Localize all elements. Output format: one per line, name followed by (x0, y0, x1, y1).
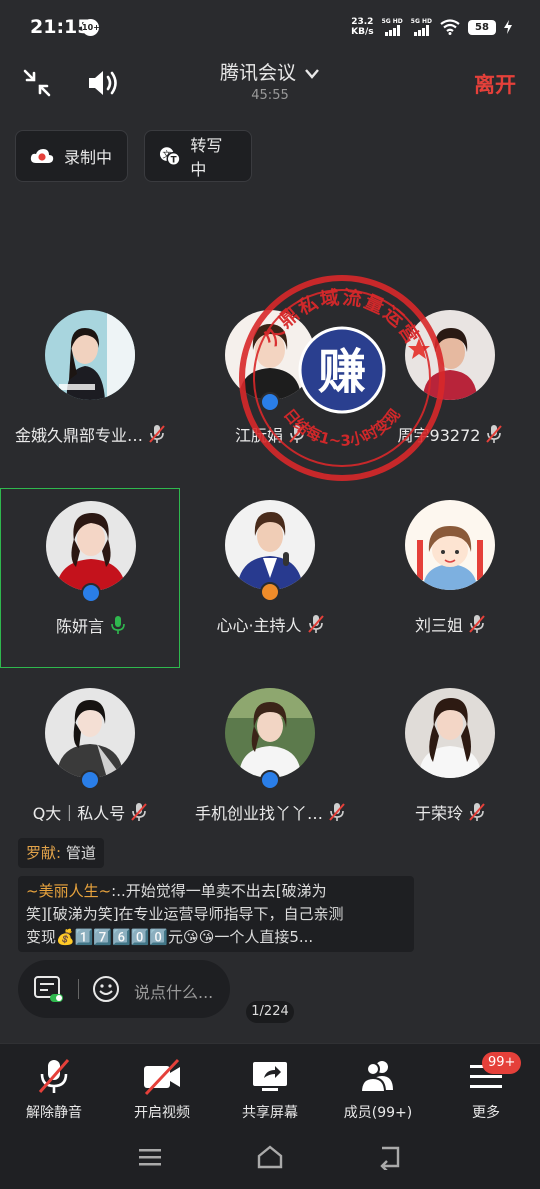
video-off-icon (144, 1058, 180, 1096)
mic-muted-icon (307, 615, 324, 633)
avatar (225, 500, 315, 590)
transcribing-label: 转写中 (190, 136, 223, 179)
avatar (45, 688, 135, 778)
participant-name: 于荣玲 (414, 804, 463, 823)
page-indicator: 1/224 (246, 1001, 294, 1023)
svg-text:T: T (171, 155, 177, 165)
mic-muted-icon (149, 425, 165, 443)
participant-name-row: 陈妍言 (1, 613, 181, 637)
wifi-icon (440, 19, 460, 35)
mic-muted-icon (469, 615, 485, 633)
host-badge (260, 582, 280, 602)
participant-tile[interactable]: Q大｜私人号 (0, 676, 180, 856)
charging-icon (504, 20, 512, 34)
meeting-header: 腾讯会议 45:55 离开 (0, 58, 540, 114)
participant-name-row: 心心·主持人 (180, 612, 360, 636)
promo-stamp-watermark: 久鼎私域流量运营 日结每1~3小时变现 赚 (239, 275, 445, 481)
chat-message[interactable]: 罗献: 管道 (18, 838, 104, 868)
participant-name: 陈妍言 (55, 617, 104, 636)
participant-name-row: 金娥久鼎部专业… (0, 422, 180, 446)
chat-text: :..开始觉得一单卖不出去[破涕为 (111, 882, 327, 900)
unmute-label: 解除静音 (26, 1105, 82, 1121)
participant-tile[interactable]: 金娥久鼎部专业… (0, 298, 180, 478)
signal-sim1-icon: 5G HD (382, 18, 403, 36)
avatar (225, 688, 315, 778)
leave-button[interactable]: 离开 (474, 69, 516, 99)
chat-settings-icon[interactable] (34, 976, 64, 1004)
avatar (405, 500, 495, 590)
chat-text: 管道 (65, 844, 96, 862)
participant-role-badge (260, 770, 280, 790)
start-video-button[interactable]: 开启视频 (108, 1044, 216, 1130)
members-icon (359, 1061, 393, 1093)
battery-icon: 58 (468, 19, 496, 35)
members-label: 成员(99+) (343, 1105, 413, 1121)
svg-text:赚: 赚 (318, 344, 366, 400)
chat-author: 罗献: (26, 844, 62, 862)
chat-text: 笑][破涕为笑]在专业运营导师指导下，自己亲测 (26, 905, 344, 923)
participant-name-row: 手机创业找丫丫… (180, 800, 360, 824)
chevron-down-icon (305, 68, 319, 79)
signal-sim2-icon: 5G HD (411, 18, 432, 36)
mic-muted-icon (131, 803, 148, 821)
mic-muted-icon (469, 803, 485, 821)
participant-tile[interactable]: 心心·主持人 (180, 488, 360, 668)
participant-tile[interactable]: 手机创业找丫丫… (180, 676, 360, 856)
divider (78, 979, 79, 999)
mic-muted-icon (486, 425, 503, 443)
avatar (45, 310, 135, 400)
participant-name-row: 于荣玲 (360, 800, 540, 824)
participant-role-badge (81, 583, 101, 603)
recording-chip[interactable]: 录制中 (15, 130, 128, 182)
recent-apps-icon[interactable] (138, 1146, 162, 1168)
more-badge: 99+ (482, 1052, 522, 1074)
participant-name: 金娥久鼎部专业… (14, 426, 143, 445)
chat-input-bar[interactable]: 说点什么... (18, 960, 230, 1018)
mic-active-icon (111, 616, 125, 634)
participant-tile[interactable]: 刘三姐 (360, 488, 540, 668)
mic-muted-icon (329, 803, 345, 821)
emoji-icon[interactable] (92, 975, 120, 1003)
network-speed: 23.2 KB/s (351, 17, 374, 37)
more-label: 更多 (472, 1105, 500, 1121)
participant-role-badge (80, 770, 100, 790)
participant-tile[interactable]: 于荣玲 (360, 676, 540, 856)
chat-author: ~美丽人生~ (26, 882, 112, 900)
participant-name-row: Q大｜私人号 (0, 800, 180, 824)
recording-label: 录制中 (64, 148, 113, 167)
mic-muted-icon (38, 1059, 70, 1093)
share-screen-icon (253, 1062, 287, 1091)
status-bar: 21:15 10+ 23.2 KB/s 5G HD 5G HD 58 (0, 0, 540, 58)
meeting-title[interactable]: 腾讯会议 (0, 58, 540, 85)
system-nav-bar (0, 1129, 540, 1189)
home-icon[interactable] (256, 1144, 284, 1170)
notification-badge: 10+ (82, 19, 100, 36)
share-screen-label: 共享屏幕 (242, 1105, 298, 1121)
chat-message[interactable]: ~美丽人生~:..开始觉得一单卖不出去[破涕为 笑][破涕为笑]在专业运营导师指… (18, 876, 414, 952)
participant-name: 手机创业找丫丫… (194, 804, 323, 823)
unmute-button[interactable]: 解除静音 (0, 1044, 108, 1130)
status-indicators: 23.2 KB/s 5G HD 5G HD 58 (351, 17, 512, 37)
participant-name: Q大｜私人号 (32, 804, 126, 823)
avatar (46, 501, 136, 591)
avatar (405, 688, 495, 778)
back-icon[interactable] (376, 1144, 404, 1170)
participant-name-row: 刘三姐 (360, 612, 540, 636)
transcribe-icon: 文 T (159, 147, 181, 166)
cloud-record-icon (30, 149, 54, 163)
chat-placeholder[interactable]: 说点什么... (134, 979, 213, 1003)
participant-name: 刘三姐 (414, 616, 463, 635)
chat-text: 变现💰1️⃣7️⃣6️⃣0️⃣0️⃣元😘😘一个人直接5... (26, 928, 314, 946)
participant-name: 心心·主持人 (216, 616, 302, 635)
meeting-timer: 45:55 (251, 88, 289, 103)
participant-tile-active-speaker[interactable]: 陈妍言 (0, 488, 180, 668)
meeting-toolbar: 解除静音 开启视频 共享屏幕 成员(99+) 更多 (0, 1043, 540, 1129)
members-button[interactable]: 成员(99+) (324, 1044, 432, 1130)
share-screen-button[interactable]: 共享屏幕 (216, 1044, 324, 1130)
start-video-label: 开启视频 (134, 1105, 190, 1121)
transcribing-chip[interactable]: 文 T 转写中 (144, 130, 252, 182)
